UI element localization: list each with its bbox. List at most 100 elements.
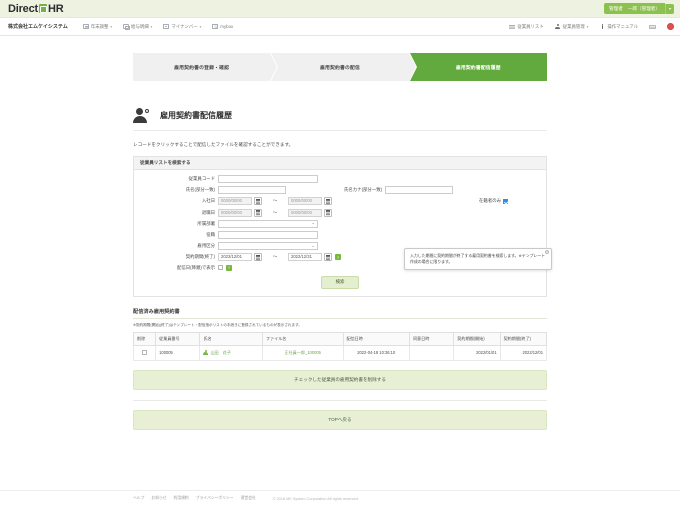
tooltip-text: 入力した期間に契約期間が終了する雇用契約書を検索します。※テンプレート作成の場合… xyxy=(410,253,546,264)
join-date-from-input[interactable] xyxy=(218,197,252,206)
nav-label: 年末調整 xyxy=(90,23,109,29)
field-row-employee-code: 従業員コード xyxy=(142,175,538,183)
leave-date-to-input[interactable] xyxy=(288,208,322,217)
nav-label: 従業員リスト xyxy=(517,23,544,29)
name-label: 氏名(部分一致) xyxy=(185,187,215,193)
th-file-name: ファイル名 xyxy=(261,331,344,346)
logo-text-right: HR xyxy=(47,2,64,15)
field-row-dept: 所属部署 xyxy=(142,219,538,228)
app-logo[interactable]: Direct HR xyxy=(8,2,64,15)
row-file-cell[interactable]: 正社員一郎_100005 xyxy=(261,344,344,361)
nav-item-employee-manage[interactable]: 従業員管理 ▾ xyxy=(555,23,589,30)
page-description: レコードをクリックすることで配信したファイルを確認することができます。 xyxy=(133,142,294,147)
join-date-to-input[interactable] xyxy=(288,197,322,206)
step-indicator: 雇用契約書の登録・確認 雇用契約書の配信 雇用契約書配信履歴 xyxy=(133,53,547,81)
row-delete-cell[interactable] xyxy=(132,344,157,361)
footer-link-privacy[interactable]: プライバシーポリシー xyxy=(196,496,234,501)
th-name: 氏名 xyxy=(199,331,263,346)
row-agreed-at xyxy=(408,344,455,361)
user-history-icon xyxy=(133,108,151,123)
close-icon[interactable]: × xyxy=(545,250,549,255)
account-role: 管理者 xyxy=(609,5,623,11)
chevron-down-icon: ▾ xyxy=(199,24,202,29)
nav-item-nenmatsu[interactable]: 年末調整 ▾ xyxy=(82,23,112,30)
row-employee-no: 100005 xyxy=(155,344,201,361)
person-icon xyxy=(203,349,209,356)
money-icon xyxy=(123,24,131,30)
help-icon[interactable]: ? xyxy=(226,264,232,271)
account-switcher[interactable]: 管理者 一郎（管理者） ▾ xyxy=(604,3,674,14)
search-form: 従業員コード 氏名(部分一致) 氏名カナ(部分一致) 入社日 〜 xyxy=(134,170,552,296)
account-pill[interactable]: 管理者 一郎（管理者） xyxy=(604,3,665,14)
sort-checkbox[interactable] xyxy=(218,265,223,270)
calendar-icon[interactable] xyxy=(324,208,332,217)
name-input[interactable] xyxy=(218,186,286,195)
nav-label: 従業員管理 xyxy=(562,23,585,29)
help-tooltip: × 入力した期間に契約期間が終了する雇用契約書を検索します。※テンプレート作成の… xyxy=(404,248,552,270)
emp-type-label: 雇用区分 xyxy=(197,243,215,249)
row-contract-start: 2022/01/01 xyxy=(453,344,501,361)
back-to-top-button[interactable]: TOPへ戻る xyxy=(133,409,547,430)
chevron-down-icon: ▾ xyxy=(150,24,153,29)
active-only-checkbox[interactable] xyxy=(503,198,508,204)
user-avatar[interactable] xyxy=(667,23,674,30)
contract-end-to-input[interactable] xyxy=(288,253,322,262)
flag-icon[interactable] xyxy=(649,24,656,29)
chevron-down-icon: ▾ xyxy=(586,24,589,29)
sort-label: 配信日(降順)で表示 xyxy=(176,264,215,270)
position-input[interactable] xyxy=(218,230,318,239)
row-file-link[interactable]: 正社員一郎_100005 xyxy=(285,350,321,355)
th-delete: 削除 xyxy=(132,331,157,346)
dept-select[interactable] xyxy=(218,219,318,228)
main-nav: 株式会社エムケイシステム 年末調整 ▾ 給与明細 ▾ マイナンバー ▾ mybo… xyxy=(0,18,680,36)
pin-icon xyxy=(599,24,605,30)
kana-input[interactable] xyxy=(385,186,454,195)
calendar-icon[interactable] xyxy=(324,253,332,262)
step-history[interactable]: 雇用契約書配信履歴 xyxy=(409,53,547,81)
nav-item-mynumber[interactable]: マイナンバー ▾ xyxy=(163,24,201,30)
calendar-icon[interactable] xyxy=(254,197,262,206)
table-row[interactable]: 100005 山田 花子 正社員一郎_100005 2022-04-18 10:… xyxy=(132,344,548,361)
nav-item-mybox[interactable]: mybox xyxy=(212,24,233,29)
nav-label: 給与明細 xyxy=(131,23,149,29)
nav-item-kyuyo[interactable]: 給与明細 ▾ xyxy=(123,24,152,30)
nav-item-manual[interactable]: 操作マニュアル xyxy=(599,24,638,30)
footer-link-help[interactable]: ヘルプ xyxy=(133,496,144,501)
calendar-icon[interactable] xyxy=(254,253,262,262)
step-label: 雇用契約書の登録・確認 xyxy=(174,65,230,71)
card-icon xyxy=(163,24,170,29)
employee-code-label: 従業員コード xyxy=(188,176,215,181)
calendar-icon[interactable] xyxy=(254,208,262,217)
footer-link-company[interactable]: 運営会社 xyxy=(241,496,256,501)
contract-end-from-input[interactable] xyxy=(218,253,252,262)
footer-link-news[interactable]: お知らせ xyxy=(151,496,166,501)
calendar-icon[interactable] xyxy=(324,197,332,206)
help-icon[interactable]: ? xyxy=(335,254,341,261)
footer-link-terms[interactable]: 利用規約 xyxy=(174,496,189,501)
search-actions: 検索 xyxy=(142,275,538,289)
emp-type-select[interactable] xyxy=(218,242,318,251)
chevron-down-icon[interactable]: ▾ xyxy=(664,3,674,14)
nav-item-employee-list[interactable]: 従業員リスト xyxy=(509,23,544,30)
person-icon xyxy=(555,24,561,30)
nav-label: mybox xyxy=(220,24,234,29)
step-register[interactable]: 雇用契約書の登録・確認 xyxy=(133,53,278,81)
row-name-cell[interactable]: 山田 花子 xyxy=(199,344,263,361)
company-name: 株式会社エムケイシステム xyxy=(8,24,68,30)
step-deliver[interactable]: 雇用契約書の配信 xyxy=(271,53,417,81)
nav-right-group: 従業員リスト 従業員管理 ▾ 操作マニュアル xyxy=(509,23,674,30)
row-name: 山田 花子 xyxy=(210,349,231,355)
th-delivered-at: 配信日時 xyxy=(342,331,410,346)
active-only-toggle[interactable]: 在籍者のみ xyxy=(479,198,538,204)
logo-text-left: Direct xyxy=(8,2,38,15)
page-footer: ヘルプ お知らせ 利用規約 プライバシーポリシー 運営会社 © 2018 MK … xyxy=(0,490,680,506)
account-name: 一郎（管理者） xyxy=(627,5,660,11)
row-delete-checkbox[interactable] xyxy=(142,349,148,355)
delete-selected-button[interactable]: チェックした従業員の雇用契約書を削除する xyxy=(133,369,547,390)
employee-code-input[interactable] xyxy=(218,175,318,183)
row-delivered-at: 2022-04-18 10:36:10 xyxy=(342,344,410,361)
field-row-name: 氏名(部分一致) 氏名カナ(部分一致) xyxy=(142,186,538,195)
leave-date-from-input[interactable] xyxy=(218,208,252,217)
search-button[interactable]: 検索 xyxy=(320,275,360,289)
leave-date-label: 退職日 xyxy=(201,209,215,215)
